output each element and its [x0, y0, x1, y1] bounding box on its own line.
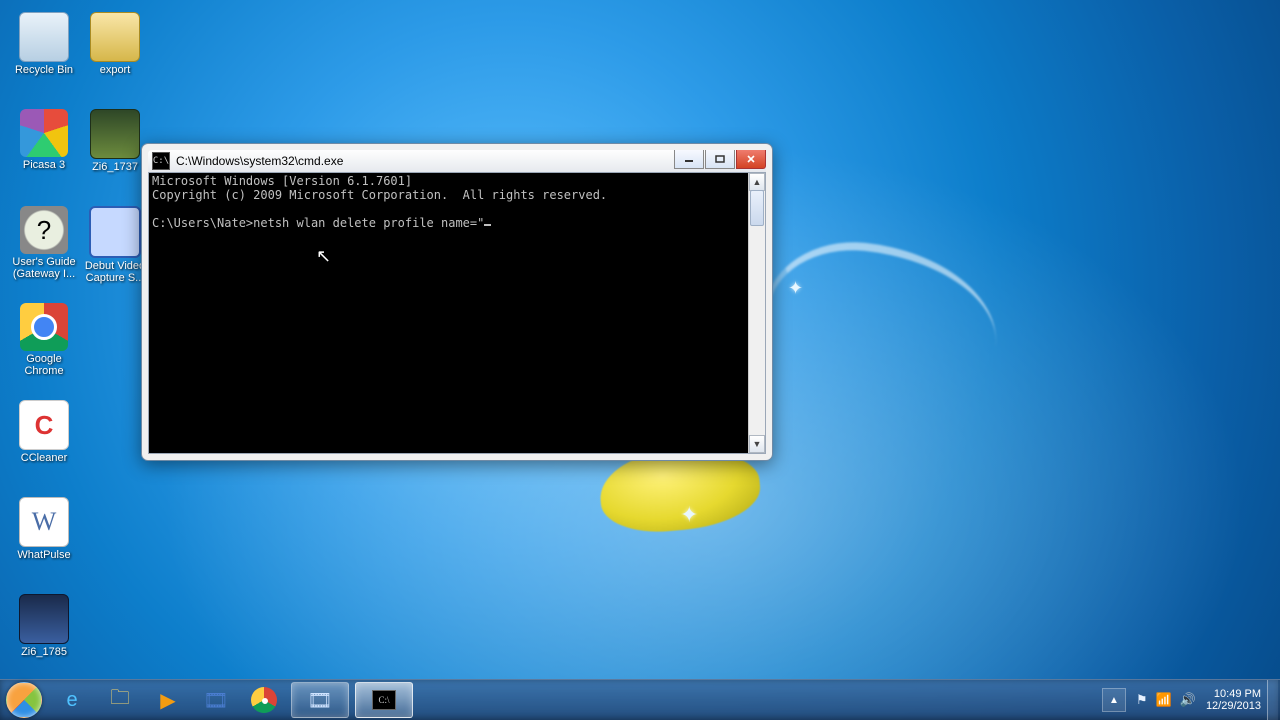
- desktop-icon-recycle-bin[interactable]: Recycle Bin: [12, 12, 76, 76]
- task-cmd[interactable]: C:\: [355, 682, 413, 718]
- desktop-icon-debut-video-capture[interactable]: Debut Video Capture S...: [83, 206, 147, 284]
- debut-video-icon: 🎞: [203, 688, 228, 713]
- show-desktop-button[interactable]: [1267, 680, 1278, 720]
- window-controls: [673, 150, 766, 168]
- network-wifi-icon[interactable]: 📶: [1156, 692, 1172, 707]
- taskbar-items: e 🗀 ▶ 🎞 🎞 C:\: [48, 682, 416, 718]
- desktop-icon-label: CCleaner: [12, 452, 76, 464]
- cmd-client-area: Microsoft Windows [Version 6.1.7601] Cop…: [148, 172, 766, 454]
- taskbar-pin-debut-video[interactable]: 🎞: [195, 683, 237, 717]
- cmd-input-text: netsh wlan delete profile name=": [253, 216, 484, 230]
- cmd-window[interactable]: C:\ C:\Windows\system32\cmd.exe Microsof…: [141, 143, 773, 461]
- video-zi6-1785-icon: [19, 594, 69, 644]
- tray-icons: ⚑ 📶 🔊: [1132, 692, 1200, 708]
- cmd-prompt: C:\Users\Nate>: [152, 216, 253, 230]
- taskbar: e 🗀 ▶ 🎞 🎞 C:\ ▲ ⚑ 📶 🔊 10:49 PM 12/29/2013: [0, 679, 1280, 720]
- taskbar-clock[interactable]: 10:49 PM 12/29/2013: [1206, 688, 1261, 712]
- cmd-output[interactable]: Microsoft Windows [Version 6.1.7601] Cop…: [149, 173, 749, 453]
- desktop-icon-label: Google Chrome: [12, 353, 76, 377]
- google-chrome-icon: [20, 303, 68, 351]
- close-icon: [746, 155, 756, 163]
- maximize-icon: [715, 155, 725, 163]
- taskbar-pin-internet-explorer[interactable]: e: [51, 683, 93, 717]
- taskbar-pin-file-explorer[interactable]: 🗀: [99, 683, 141, 717]
- recycle-bin-icon: [19, 12, 69, 62]
- chrome-icon: [251, 687, 277, 713]
- windows-logo-icon: [6, 682, 42, 718]
- chevron-up-icon: ▲: [1109, 695, 1119, 706]
- system-tray: ▲ ⚑ 📶 🔊 10:49 PM 12/29/2013: [1102, 680, 1280, 720]
- wallpaper-decor: [759, 233, 1005, 385]
- action-center-icon[interactable]: ⚑: [1136, 692, 1148, 707]
- tray-overflow-button[interactable]: ▲: [1102, 688, 1126, 712]
- scroll-thumb[interactable]: [750, 190, 764, 226]
- folder-export-icon: [90, 12, 140, 62]
- media-player-icon: ▶: [160, 688, 175, 713]
- debut-video-capture-icon: [89, 206, 141, 258]
- taskbar-pin-chrome[interactable]: [243, 683, 285, 717]
- desktop-wallpaper: ✦ ✦ Recycle BinexportPicasa 3Zi6_1737?Us…: [0, 0, 1280, 720]
- users-guide-icon: ?: [20, 206, 68, 254]
- taskbar-pin-media-player[interactable]: ▶: [147, 683, 189, 717]
- desktop-icon-label: User's Guide (Gateway I...: [12, 256, 76, 280]
- internet-explorer-icon: e: [66, 689, 77, 712]
- desktop-icon-ccleaner[interactable]: C CCleaner: [12, 400, 76, 464]
- task-debut-video-icon: 🎞: [307, 688, 332, 713]
- ccleaner-icon: C: [19, 400, 69, 450]
- desktop-icon-label: export: [83, 64, 147, 76]
- whatpulse-icon: W: [19, 497, 69, 547]
- cmd-line: Copyright (c) 2009 Microsoft Corporation…: [152, 188, 607, 202]
- desktop-icon-whatpulse[interactable]: W WhatPulse: [12, 497, 76, 561]
- picasa-icon: [20, 109, 68, 157]
- start-button[interactable]: [0, 680, 48, 720]
- desktop-icon-users-guide[interactable]: ?User's Guide (Gateway I...: [12, 206, 76, 280]
- wallpaper-decor: ✦: [680, 502, 698, 528]
- desktop-icon-video-zi6-1785[interactable]: Zi6_1785: [12, 594, 76, 658]
- clock-date: 12/29/2013: [1206, 700, 1261, 712]
- clock-time: 10:49 PM: [1206, 688, 1261, 700]
- cmd-cursor: [484, 224, 491, 226]
- desktop-icon-label: Picasa 3: [12, 159, 76, 171]
- volume-icon[interactable]: 🔊: [1180, 692, 1196, 707]
- minimize-icon: [684, 155, 694, 163]
- close-button[interactable]: [736, 150, 766, 169]
- maximize-button[interactable]: [705, 150, 735, 169]
- desktop-icon-label: Debut Video Capture S...: [83, 260, 147, 284]
- wallpaper-decor: ✦: [788, 278, 803, 299]
- scroll-down-button[interactable]: ▼: [749, 435, 765, 453]
- desktop-icon-label: WhatPulse: [12, 549, 76, 561]
- desktop-icon-google-chrome[interactable]: Google Chrome: [12, 303, 76, 377]
- file-explorer-icon: 🗀: [110, 683, 130, 717]
- scroll-up-button[interactable]: ▲: [749, 173, 765, 191]
- desktop-icon-label: Zi6_1785: [12, 646, 76, 658]
- desktop-icon-folder-export[interactable]: export: [83, 12, 147, 76]
- cmd-icon: C:\: [372, 690, 396, 710]
- scroll-track[interactable]: [749, 190, 765, 436]
- cmd-line: Microsoft Windows [Version 6.1.7601]: [152, 174, 412, 188]
- task-debut-video[interactable]: 🎞: [291, 682, 349, 718]
- cmd-scrollbar[interactable]: ▲ ▼: [748, 173, 765, 453]
- desktop-icon-picasa[interactable]: Picasa 3: [12, 109, 76, 171]
- cmd-titlebar-icon: C:\: [152, 152, 170, 170]
- minimize-button[interactable]: [674, 150, 704, 169]
- window-title: C:\Windows\system32\cmd.exe: [176, 154, 343, 168]
- window-titlebar[interactable]: C:\ C:\Windows\system32\cmd.exe: [148, 150, 766, 172]
- desktop-icon-label: Zi6_1737: [83, 161, 147, 173]
- desktop-icon-label: Recycle Bin: [12, 64, 76, 76]
- desktop-icon-video-zi6-1737[interactable]: Zi6_1737: [83, 109, 147, 173]
- video-zi6-1737-icon: [90, 109, 140, 159]
